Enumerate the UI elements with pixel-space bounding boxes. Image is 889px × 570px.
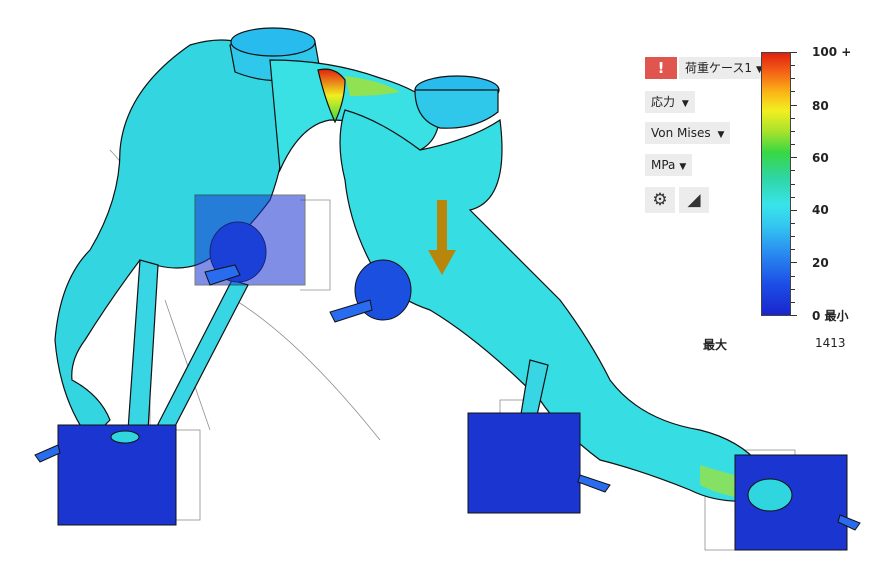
legend-label-40: 40 — [812, 203, 829, 217]
legend-label-20: 20 — [812, 256, 829, 270]
legend-tick — [791, 222, 795, 224]
strut-left-2 — [154, 279, 249, 433]
legend-tick — [791, 117, 795, 119]
legend-tick — [791, 130, 795, 132]
legend-tick — [791, 52, 797, 53]
legend-label-100: 100 + — [812, 45, 852, 59]
result-type-dropdown[interactable]: 応力 ▼ — [645, 91, 695, 113]
fixed-constraints[interactable] — [34, 412, 861, 551]
legend-label-0: 0 最小 — [812, 309, 849, 323]
max-caption: 最大 — [703, 338, 728, 352]
legend-tick — [791, 288, 795, 290]
legend-tick — [791, 249, 795, 251]
block-middle — [467, 412, 581, 514]
legend-tick — [791, 315, 797, 316]
legend-label-60: 60 — [812, 151, 829, 165]
strut-left-1 — [127, 259, 159, 431]
unit-dropdown[interactable]: MPa ▼ — [645, 154, 693, 176]
legend-tick — [791, 157, 797, 159]
settings-icon[interactable]: ⚙ — [645, 187, 675, 213]
fea-viewport[interactable] — [0, 0, 889, 570]
legend-tick — [791, 183, 795, 185]
chevron-down-icon: ▼ — [714, 130, 725, 140]
legend-tick — [791, 301, 795, 303]
component-dropdown[interactable]: Von Mises ▼ — [645, 122, 731, 144]
warning-icon[interactable]: ! — [645, 57, 677, 79]
legend-tick — [791, 78, 795, 80]
legend-tick — [791, 144, 795, 146]
legend-tick — [791, 236, 795, 238]
legend-tick — [791, 275, 795, 277]
legend-tick — [791, 209, 797, 211]
legend-tick — [791, 170, 795, 172]
probe-triangle-icon[interactable]: ◢ — [679, 187, 709, 213]
legend-tick — [791, 65, 795, 67]
legend-tick — [791, 262, 797, 264]
max-value: 1413 — [815, 336, 846, 350]
legend-tick — [791, 91, 795, 93]
load-case-dropdown[interactable]: 荷重ケース1 ▼ — [679, 57, 769, 79]
legend-label-80: 80 — [812, 99, 829, 113]
legend-tick — [791, 196, 795, 198]
chevron-down-icon: ▼ — [679, 162, 687, 172]
stress-color-legend — [761, 52, 791, 316]
legend-tick — [791, 104, 797, 106]
chevron-down-icon: ▼ — [679, 99, 689, 109]
